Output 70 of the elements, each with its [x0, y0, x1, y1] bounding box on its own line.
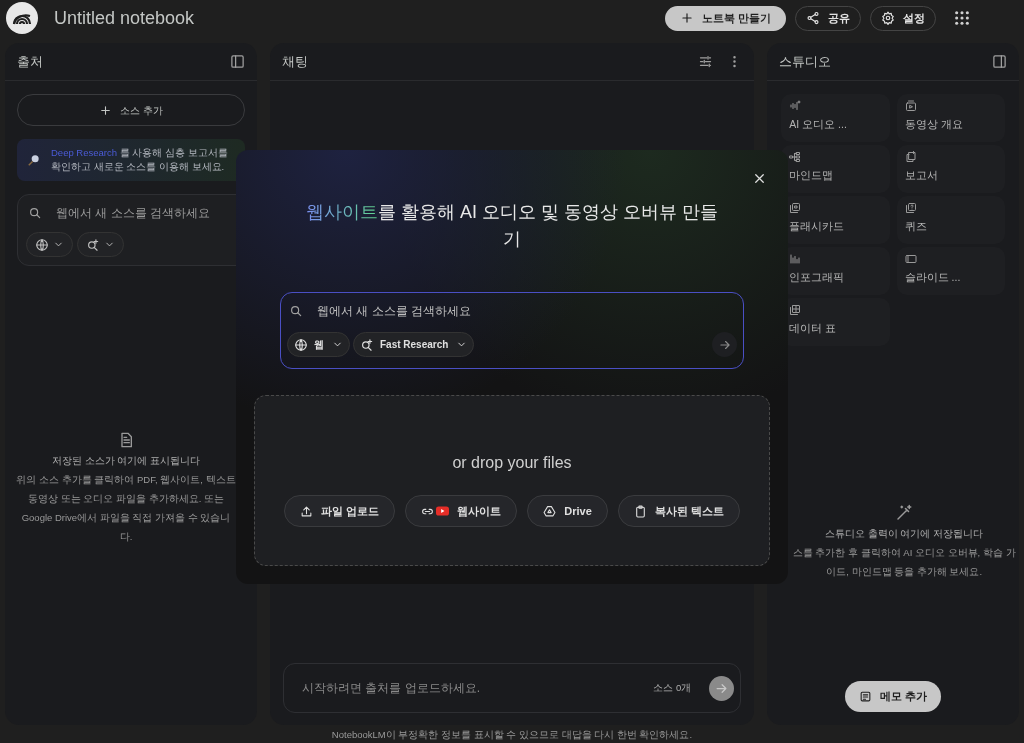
- mindmap-icon: [789, 151, 802, 163]
- chat-input-field[interactable]: 시작하려면 출처를 업로드하세요. 소스 0개: [283, 663, 742, 713]
- disclaimer-text: NotebookLM이 부정확한 정보를 표시할 수 있으므로 대답을 다시 한번 확인하세요.: [330, 728, 694, 742]
- drop-zone-text: or drop your files: [452, 453, 572, 473]
- empty-state-title: 스튜디오 출력이 여기에 저장됩니다: [825, 527, 984, 541]
- collapse-panel-icon[interactable]: [992, 54, 1007, 69]
- search-sparkle-icon: [86, 237, 100, 252]
- research-mode-chip[interactable]: [77, 232, 124, 257]
- video-play-icon: [436, 506, 450, 516]
- drive-button[interactable]: Drive: [527, 495, 608, 527]
- apps-grid-icon[interactable]: [954, 10, 970, 26]
- website-button[interactable]: 웹사이트: [405, 495, 518, 527]
- magnifier-icon: [27, 153, 41, 167]
- close-icon[interactable]: [752, 171, 767, 186]
- studio-tile[interactable]: 동영상 개요: [896, 94, 1005, 142]
- video-icon: [904, 100, 917, 112]
- banner-text: Deep Research 를 사용해 심층 보고서를 확인하고 새로운 소스를 이용해 보세요.: [51, 146, 229, 174]
- search-icon: [28, 206, 42, 220]
- send-button[interactable]: [709, 675, 735, 701]
- plus-icon: [679, 11, 694, 25]
- create-notebook-button[interactable]: 노트북 만들기: [664, 5, 786, 31]
- infographic-icon: [789, 253, 802, 265]
- empty-state-text: 동영상 또는 오디오 파일을 추가하세요. 또는: [28, 492, 224, 506]
- studio-tile[interactable]: 퀴즈: [896, 196, 1005, 244]
- empty-state-title: 저장된 소스가 여기에 표시됩니다: [52, 454, 200, 468]
- dialog-title: 웹사이트를 활용해 AI 오디오 및 동영상 오버뷰 만들기: [304, 201, 719, 251]
- globe-icon: [294, 337, 308, 352]
- clip-icon: [633, 504, 647, 518]
- report-icon: [904, 151, 917, 163]
- search-sparkle-icon: [360, 337, 374, 352]
- empty-state-text: Google Drive에서 파일을 직접 가져올 수 있습니: [21, 511, 231, 525]
- flashcard-icon: [789, 202, 802, 214]
- drive-icon: [543, 504, 557, 518]
- studio-tile[interactable]: 마인드맵: [781, 145, 890, 193]
- research-mode-chip[interactable]: Fast Research: [353, 332, 475, 357]
- globe-icon: [35, 237, 49, 252]
- search-icon: [289, 304, 303, 318]
- quiz-icon: [904, 202, 917, 214]
- upload-icon: [300, 504, 314, 518]
- studio-tile[interactable]: 보고서: [896, 145, 1005, 193]
- empty-state-text: 이드, 마인드맵 등을 추가해 보세요.: [826, 565, 983, 579]
- panel-title: 스튜디오: [779, 52, 833, 71]
- search-field[interactable]: 웹에서 새 소스를 검색하세요: [317, 302, 617, 320]
- collapse-panel-icon[interactable]: [230, 54, 245, 69]
- add-note-button[interactable]: 메모 추가: [845, 681, 942, 712]
- tune-icon[interactable]: [698, 54, 714, 69]
- source-count: 소스 0개: [653, 680, 692, 695]
- search-submit-button[interactable]: [712, 332, 737, 357]
- search-field[interactable]: 웹에서 새 소스를 검색하세요: [56, 204, 236, 222]
- empty-state-text: 스를 추가한 후 클릭하여 AI 오디오 오버뷰, 학습 가: [792, 546, 1016, 560]
- slides-icon: [904, 253, 917, 265]
- document-icon: [118, 432, 134, 448]
- table-icon: [789, 304, 802, 316]
- empty-state-text: 다.: [119, 530, 133, 544]
- note-icon: [859, 690, 873, 703]
- empty-state-text: 위의 소스 추가를 클릭하여 PDF, 웹사이트, 텍스트: [16, 473, 236, 487]
- studio-tile[interactable]: AI 오디오 ...: [781, 94, 890, 142]
- studio-tile[interactable]: 슬라이드 ...: [896, 247, 1005, 295]
- magic-wand-icon: [895, 504, 914, 522]
- logo-icon[interactable]: [6, 2, 38, 34]
- share-icon: [806, 11, 820, 25]
- web-source-chip[interactable]: 웹: [287, 332, 350, 357]
- panel-title: 채팅: [282, 52, 309, 71]
- copied-text-button[interactable]: 복사된 텍스트: [617, 495, 740, 527]
- gear-icon: [881, 11, 895, 25]
- panel-title: 출처: [17, 52, 44, 71]
- plus-icon: [99, 103, 113, 117]
- web-source-chip[interactable]: [26, 232, 73, 257]
- upload-file-button[interactable]: 파일 업로드: [284, 495, 396, 527]
- notebook-title[interactable]: Untitled notebook: [54, 4, 195, 32]
